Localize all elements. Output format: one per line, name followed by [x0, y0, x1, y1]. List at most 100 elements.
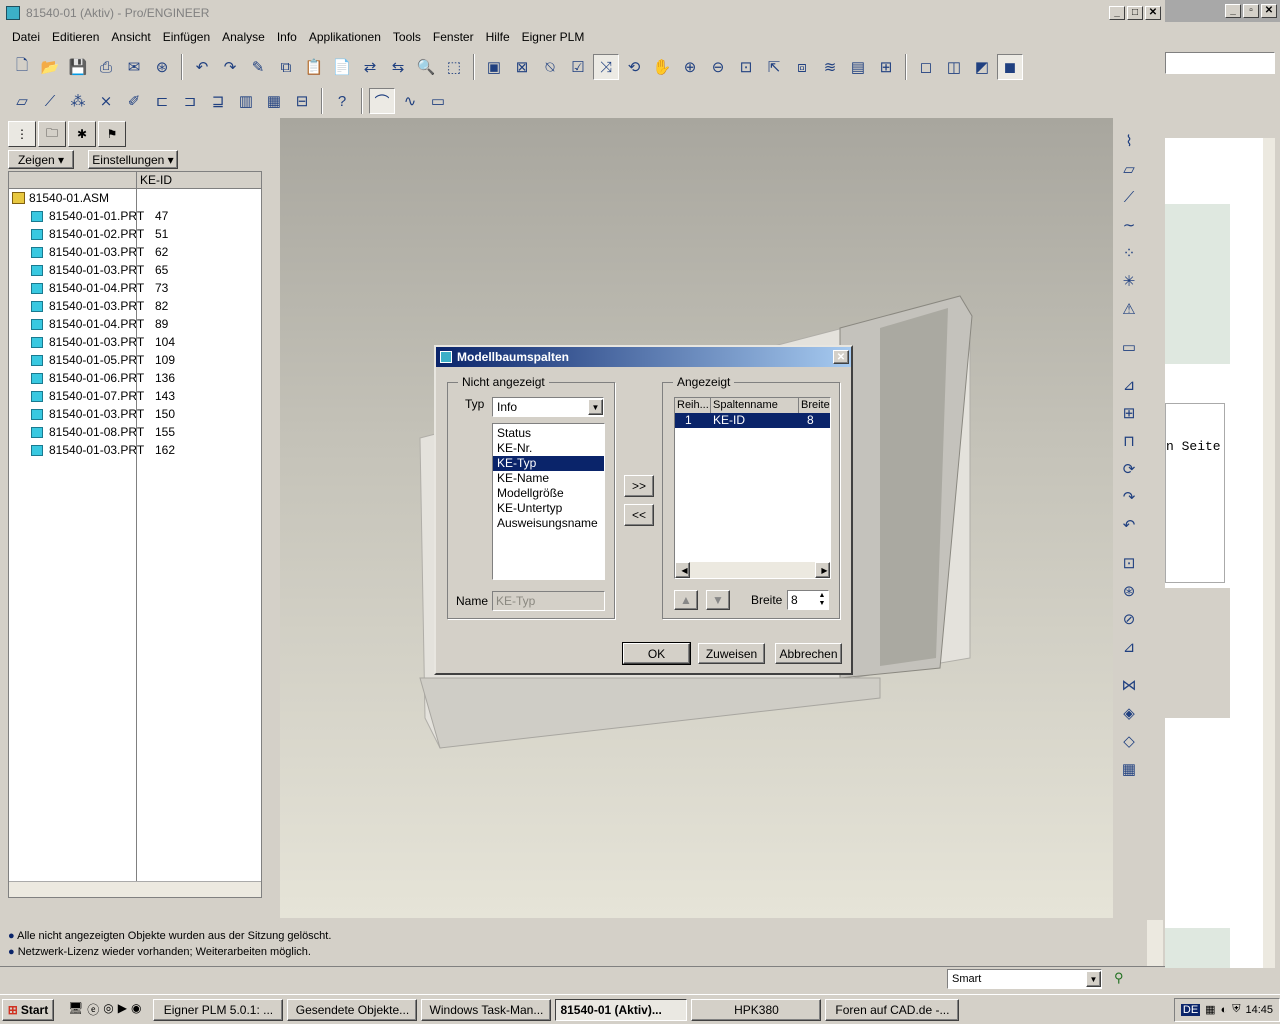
desktop-icon[interactable]: 🖥 [68, 1001, 83, 1018]
tree-row[interactable]: 81540-01-03.PRT 65 [9, 261, 261, 279]
info-display-icon[interactable]: ▦ [261, 88, 287, 114]
context-help-icon[interactable]: ? [329, 88, 355, 114]
selection-box-icon[interactable]: ⬚ [441, 54, 467, 80]
menu-hilfe[interactable]: Hilfe [480, 30, 516, 44]
datum-curve-icon[interactable]: ⌇ [1116, 128, 1142, 154]
datum-axis-tool-icon[interactable]: ⟋ [1116, 184, 1142, 210]
curve-sketch-icon[interactable]: ⌒ [369, 88, 395, 114]
list-item[interactable]: KE-Untertyp [493, 501, 604, 516]
parameters-icon[interactable]: ⊟ [289, 88, 315, 114]
add-column-button[interactable]: >> [624, 475, 654, 497]
table-row[interactable]: 1 KE-ID 8 [675, 413, 830, 428]
sweep-icon[interactable]: ↷ [1116, 484, 1142, 510]
datum-point-tool-icon[interactable]: ⁘ [1116, 240, 1142, 266]
tree-name-column[interactable] [9, 172, 137, 188]
chevron-down-icon[interactable]: ▼ [1086, 971, 1101, 987]
tree-root[interactable]: 81540-01.ASM [9, 189, 261, 207]
col-header-breite[interactable]: Breite [799, 398, 830, 413]
measure-icon[interactable]: ⊞ [873, 54, 899, 80]
outlook-icon[interactable]: ◎ [103, 1001, 113, 1018]
undo-icon[interactable]: ↶ [189, 54, 215, 80]
menu-eigner-plm[interactable]: Eigner PLM [516, 30, 591, 44]
tree-row[interactable]: 81540-01-06.PRT 136 [9, 369, 261, 387]
chevron-down-icon[interactable]: ▼ [588, 399, 603, 415]
tray-network-icon[interactable]: ▦ [1205, 1003, 1215, 1016]
task-foren-cad[interactable]: Foren auf CAD.de -... [825, 998, 960, 1021]
start-button[interactable]: ⊞ Start [2, 998, 54, 1021]
bg-maximize-button[interactable]: ▫ [1243, 4, 1259, 18]
list-item[interactable]: Ausweisungsname [493, 516, 604, 531]
menu-editieren[interactable]: Editieren [46, 30, 105, 44]
assemble-icon[interactable]: ⊒ [205, 88, 231, 114]
component-icon[interactable]: ⊐ [177, 88, 203, 114]
window-close-icon[interactable]: ⊠ [509, 54, 535, 80]
insert-component-icon[interactable]: ⊿ [1116, 372, 1142, 398]
language-indicator[interactable]: DE [1180, 1003, 1201, 1016]
print-icon[interactable]: ⎙ [93, 54, 119, 80]
bg-close-button[interactable]: ✕ [1261, 4, 1277, 18]
bg-minimize-button[interactable]: _ [1225, 4, 1241, 18]
table-icon[interactable]: ▭ [425, 88, 451, 114]
draft-icon[interactable]: ⊿ [1116, 634, 1142, 660]
hidden-line-icon[interactable]: ⍉ [537, 54, 563, 80]
layers-icon[interactable]: ≋ [817, 54, 843, 80]
reorient-icon[interactable]: ⇱ [761, 54, 787, 80]
coordinate-system-icon[interactable]: ⨯ [93, 88, 119, 114]
regenerate-icon[interactable]: ⇄ [357, 54, 383, 80]
tree-row[interactable]: 81540-01-03.PRT 162 [9, 441, 261, 459]
col-header-reihe[interactable]: Reih... [675, 398, 711, 413]
zeigen-button[interactable]: Zeigen ▾ [8, 150, 74, 169]
ie-icon[interactable]: ⓔ [87, 1001, 99, 1018]
list-item[interactable]: Modellgröße [493, 486, 604, 501]
sketch-icon[interactable]: ✐ [121, 88, 147, 114]
ok-button[interactable]: OK [622, 642, 691, 665]
tree-row[interactable]: 81540-01-03.PRT 62 [9, 243, 261, 261]
maximize-button[interactable]: □ [1127, 5, 1143, 20]
datum-plane-tool-icon[interactable]: ▱ [1116, 156, 1142, 182]
edit-icon[interactable]: ✎ [245, 54, 271, 80]
menu-einfuegen[interactable]: Einfügen [157, 30, 216, 44]
scroll-left-icon[interactable]: ◀ [675, 562, 690, 578]
move-down-icon[interactable]: ▼ [706, 590, 730, 610]
menu-analyse[interactable]: Analyse [216, 30, 271, 44]
tree-row[interactable]: 81540-01-08.PRT 155 [9, 423, 261, 441]
blend-icon[interactable]: ↶ [1116, 512, 1142, 538]
tree-row[interactable]: 81540-01-04.PRT 89 [9, 315, 261, 333]
redo-icon[interactable]: ↷ [217, 54, 243, 80]
name-field[interactable]: KE-Typ [492, 591, 605, 611]
copy-icon[interactable]: ⧉ [273, 54, 299, 80]
send-icon[interactable]: ⊛ [149, 54, 175, 80]
hidden-icon[interactable]: ◫ [941, 54, 967, 80]
col-header-spaltenname[interactable]: Spaltenname [711, 398, 799, 413]
close-button[interactable]: ✕ [1145, 5, 1161, 20]
extrude-icon[interactable]: ⊓ [1116, 428, 1142, 454]
typ-select[interactable]: Info ▼ [492, 397, 604, 417]
zoom-in-icon[interactable]: ⊕ [677, 54, 703, 80]
panel-splitter[interactable] [266, 118, 280, 918]
spinner-arrows-icon[interactable]: ▲ ▼ [816, 592, 828, 608]
list-item-selected[interactable]: KE-Typ [493, 456, 604, 471]
refit-icon[interactable]: ⊡ [733, 54, 759, 80]
rib-icon[interactable]: ⊘ [1116, 606, 1142, 632]
table-hscroll[interactable]: ◀ ▶ [675, 562, 830, 578]
save-icon[interactable]: 💾 [65, 54, 91, 80]
tree-hscroll[interactable] [9, 881, 261, 897]
task-gesendete-objekte[interactable]: Gesendete Objekte... [287, 998, 418, 1021]
task-task-manager[interactable]: Windows Task-Man... [421, 998, 552, 1021]
model-tree-tab-icon[interactable]: ⋮ [8, 121, 36, 147]
pattern-icon[interactable]: ▦ [1116, 756, 1142, 782]
tree-row[interactable]: 81540-01-02.PRT 51 [9, 225, 261, 243]
menu-info[interactable]: Info [271, 30, 303, 44]
shaded-icon[interactable]: ◼ [997, 54, 1023, 80]
favorites-tab-icon[interactable]: ✱ [68, 121, 96, 147]
paste-icon[interactable]: 📋 [301, 54, 327, 80]
regenerate-manager-icon[interactable]: ⇆ [385, 54, 411, 80]
task-eigner-plm[interactable]: Eigner PLM 5.0.1: ... [153, 998, 284, 1021]
dialog-close-button[interactable]: ✕ [833, 350, 849, 364]
saved-views-icon[interactable]: ⧈ [789, 54, 815, 80]
menu-fenster[interactable]: Fenster [427, 30, 480, 44]
tree-row[interactable]: 81540-01-03.PRT 150 [9, 405, 261, 423]
repaint-icon[interactable]: ☑ [565, 54, 591, 80]
available-columns-list[interactable]: Status KE-Nr. KE-Typ KE-Name Modellgröße… [492, 423, 605, 580]
tray-security-icon[interactable]: ⛨ [1232, 1003, 1240, 1016]
